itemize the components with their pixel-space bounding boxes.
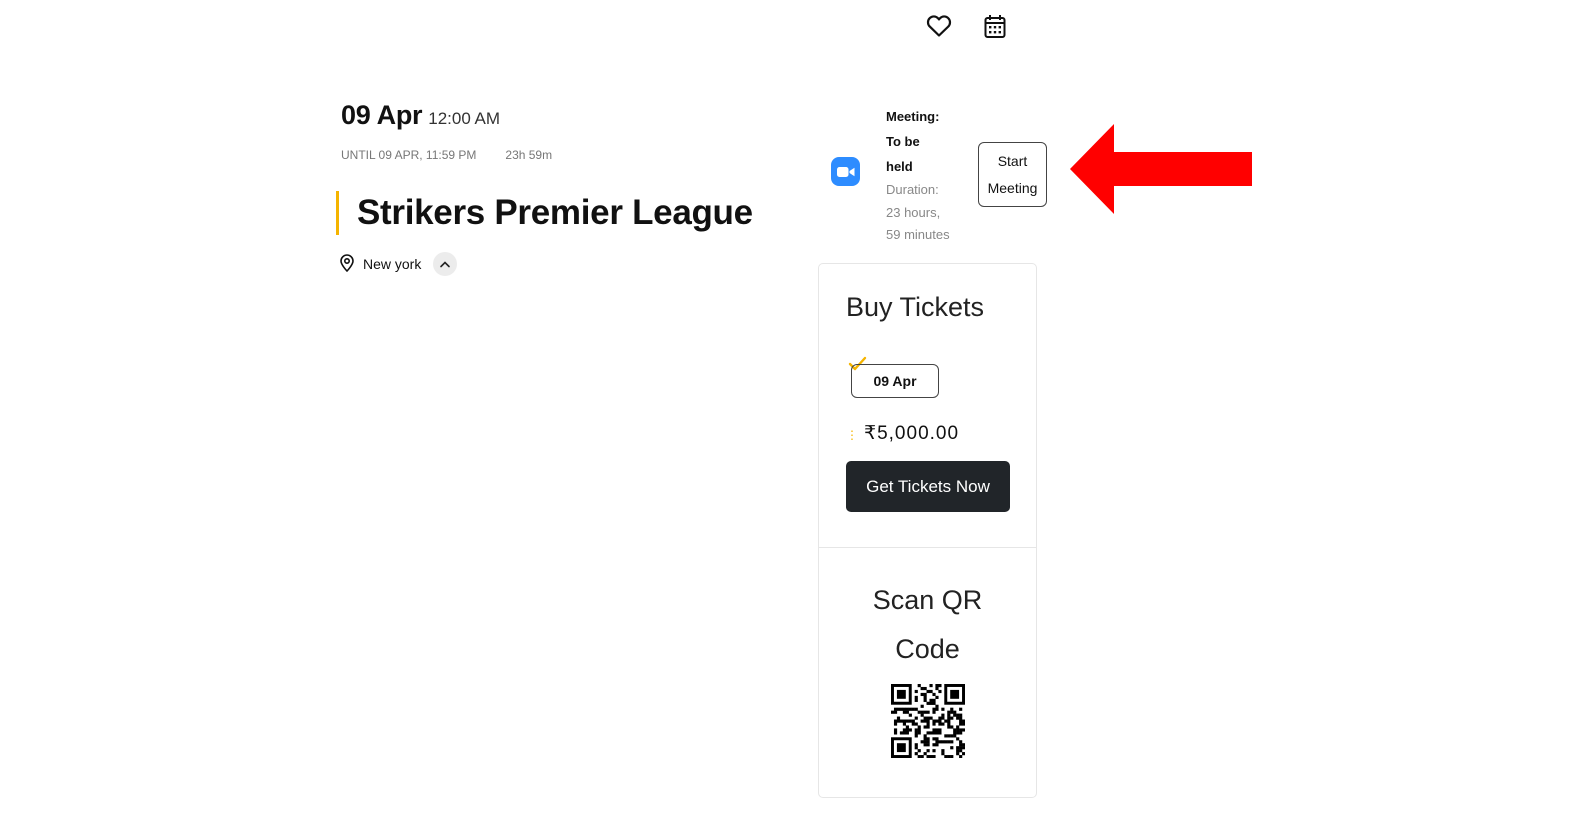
event-date: 09 Apr 12:00 AM: [341, 100, 500, 131]
event-time: 12:00 AM: [428, 109, 501, 128]
qr-title: Scan QR Code: [819, 576, 1036, 674]
event-day: 09 Apr: [341, 100, 423, 130]
ticket-price-value: ₹5,000.00: [864, 423, 960, 444]
map-pin-icon: [339, 253, 355, 275]
video-camera-icon: [831, 157, 860, 186]
ticket-date-chip[interactable]: 09 Apr: [851, 364, 939, 398]
meeting-status-line2: To be: [886, 134, 920, 149]
meeting-duration-hours: 23 hours,: [886, 204, 941, 220]
start-meeting-label-line2: Meeting: [987, 179, 1038, 196]
event-title: Strikers Premier League: [357, 193, 753, 232]
qr-title-line2: Code: [895, 634, 960, 664]
meeting-status-line1: Meeting:: [886, 109, 940, 124]
price-marker-icon: ⋮: [846, 428, 859, 442]
meeting-duration-minutes: 59 minutes: [886, 227, 950, 242]
annotation-arrow: [1068, 122, 1254, 221]
event-until: UNTIL 09 APR, 11:59 PM: [341, 148, 477, 162]
meeting-status-line3: held: [886, 159, 913, 174]
event-location: New york: [339, 252, 458, 276]
event-until-row: UNTIL 09 APR, 11:59 PM 23h 59m: [341, 148, 552, 162]
calendar-icon[interactable]: [981, 12, 1009, 40]
heart-icon[interactable]: [925, 12, 953, 40]
meeting-duration-label: Duration:: [886, 182, 939, 197]
event-duration: 23h 59m: [505, 148, 553, 162]
location-toggle-button[interactable]: [433, 252, 458, 276]
qr-code-image: [891, 684, 966, 763]
qr-title-line1: Scan QR: [872, 585, 983, 615]
buy-tickets-title: Buy Tickets: [846, 292, 985, 322]
top-actions: [925, 12, 1009, 40]
location-label: New york: [363, 256, 422, 272]
card-divider: [819, 547, 1036, 548]
ticket-card: Buy Tickets 09 Apr ⋮ ₹5,000.00 Get Ticket…: [818, 263, 1037, 798]
event-title-block: Strikers Premier League: [336, 191, 753, 235]
chevron-up-icon: [440, 261, 451, 268]
meeting-info: Meeting: To be held Duration: 23 hours, …: [886, 104, 966, 247]
ticket-price: ⋮ ₹5,000.00: [846, 422, 959, 445]
start-meeting-button[interactable]: Start Meeting: [978, 142, 1047, 207]
start-meeting-label-line1: Start: [997, 152, 1028, 169]
get-tickets-button[interactable]: Get Tickets Now: [846, 461, 1010, 512]
